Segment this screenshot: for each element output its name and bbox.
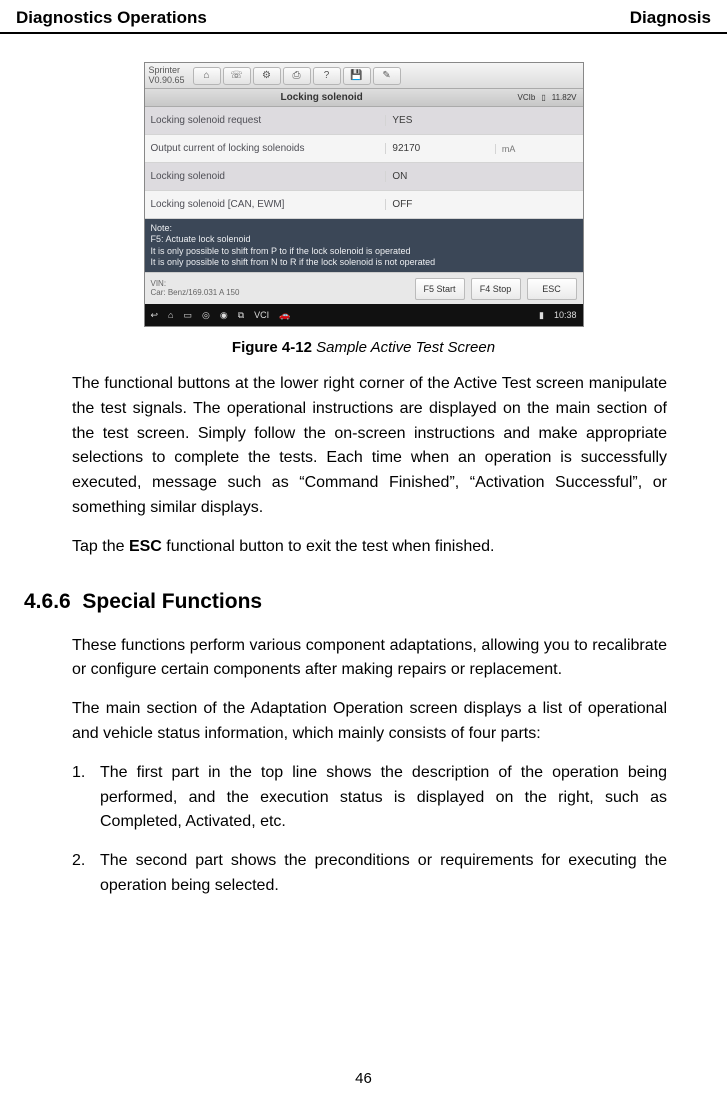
brand-version: V0.90.65 [149,76,185,85]
clock: 10:38 [554,310,577,321]
paragraph-1: The functional buttons at the lower righ… [72,372,667,521]
vin-value: Car: Benz/169.031 A 150 [151,289,240,298]
gear-icon[interactable]: ⚙ [253,67,281,85]
note-line: F5: Actuate lock solenoid [151,234,577,245]
header-left: Diagnostics Operations [16,8,207,28]
row-label: Output current of locking solenoids [145,143,386,154]
row-label: Locking solenoid [145,171,386,182]
table-row: Locking solenoid request YES [145,107,583,135]
section-title: Special Functions [82,590,262,613]
vci-label: VCIb [518,93,536,102]
save-icon[interactable]: 💾 [343,67,371,85]
device-subbar: Locking solenoid VCIb ▯ 11.82V [145,89,583,107]
section-heading: 4.6.6 Special Functions [0,574,727,618]
list-item: 1. The first part in the top line shows … [72,761,667,835]
p2-pre: Tap the [72,538,129,555]
f5-start-button[interactable]: F5 Start [415,278,465,300]
nav-left-icons: ↩ ⌂ ▭ ◎ ◉ ⧉ VCI 🚗 [151,310,291,321]
paragraph-3: These functions perform various componen… [72,634,667,684]
footer-buttons: F5 Start F4 Stop ESC [415,278,577,300]
device-navbar: ↩ ⌂ ▭ ◎ ◉ ⧉ VCI 🚗 ▮ 10:38 [145,304,583,326]
caption-italic: Sample Active Test Screen [312,339,495,356]
li-number: 2. [72,849,100,899]
caption-bold: Figure 4-12 [232,339,312,356]
phone-icon[interactable]: ☏ [223,67,251,85]
nav-right: ▮ 10:38 [539,310,576,321]
recent-icon[interactable]: ▭ [183,310,192,321]
car-icon[interactable]: 🚗 [279,310,290,321]
row-value: ON [385,171,495,182]
row-value: YES [385,115,495,126]
device-brand: Sprinter V0.90.65 [149,66,189,85]
edit-icon[interactable]: ✎ [373,67,401,85]
esc-button[interactable]: ESC [527,278,577,300]
voltage-value: 11.82V [552,93,577,102]
section-number: 4.6.6 [24,590,71,613]
note-title: Note: [151,223,577,234]
note-line: It is only possible to shift from P to i… [151,246,577,257]
paragraph-2: Tap the ESC functional button to exit th… [72,535,667,560]
section-content: These functions perform various componen… [0,618,727,747]
toolbar-icons: ⌂ ☏ ⚙ ⎙ ? 💾 ✎ [193,67,401,85]
table-row: Locking solenoid [CAN, EWM] OFF [145,191,583,219]
row-value: OFF [385,199,495,210]
print-icon[interactable]: ⎙ [283,67,311,85]
battery-icon: ▯ [541,93,545,102]
vin-info: VIN: Car: Benz/169.031 A 150 [151,280,240,298]
li-number: 1. [72,761,100,835]
subbar-title: Locking solenoid [281,92,363,103]
back-icon[interactable]: ↩ [151,310,159,321]
ordered-list: 1. The first part in the top line shows … [0,761,727,899]
circle-icon[interactable]: ◎ [202,310,210,321]
body-content: The functional buttons at the lower righ… [0,356,727,560]
page-header: Diagnostics Operations Diagnosis [0,0,727,34]
li-text: The second part shows the preconditions … [100,849,667,899]
table-row: Output current of locking solenoids 9217… [145,135,583,163]
data-table: Locking solenoid request YES Output curr… [145,107,583,219]
row-label: Locking solenoid request [145,115,386,126]
note-line: It is only possible to shift from N to R… [151,257,577,268]
figure-container: Sprinter V0.90.65 ⌂ ☏ ⚙ ⎙ ? 💾 ✎ Locking … [0,62,727,356]
vci-nav-icon[interactable]: VCI [254,310,269,321]
page-number: 46 [0,1070,727,1087]
header-right: Diagnosis [630,8,711,28]
row-value: 92170 [385,143,495,154]
home-icon[interactable]: ⌂ [193,67,221,85]
p2-esc-bold: ESC [129,538,162,555]
note-panel: Note: F5: Actuate lock solenoid It is on… [145,219,583,272]
camera-icon[interactable]: ◉ [220,310,228,321]
device-screenshot: Sprinter V0.90.65 ⌂ ☏ ⚙ ⎙ ? 💾 ✎ Locking … [144,62,584,327]
table-row: Locking solenoid ON [145,163,583,191]
paragraph-4: The main section of the Adaptation Opera… [72,697,667,747]
list-item: 2. The second part shows the preconditio… [72,849,667,899]
li-text: The first part in the top line shows the… [100,761,667,835]
battery-nav-icon: ▮ [539,310,544,321]
screenshot-icon[interactable]: ⧉ [238,310,244,321]
device-footer: VIN: Car: Benz/169.031 A 150 F5 Start F4… [145,272,583,304]
row-unit: mA [495,144,583,154]
home-icon[interactable]: ⌂ [168,310,173,321]
figure-caption: Figure 4-12 Sample Active Test Screen [232,339,495,356]
help-icon[interactable]: ? [313,67,341,85]
row-label: Locking solenoid [CAN, EWM] [145,199,386,210]
p2-post: functional button to exit the test when … [162,538,495,555]
f4-stop-button[interactable]: F4 Stop [471,278,521,300]
device-toolbar: Sprinter V0.90.65 ⌂ ☏ ⚙ ⎙ ? 💾 ✎ [145,63,583,89]
subbar-status: VCIb ▯ 11.82V [518,93,577,102]
